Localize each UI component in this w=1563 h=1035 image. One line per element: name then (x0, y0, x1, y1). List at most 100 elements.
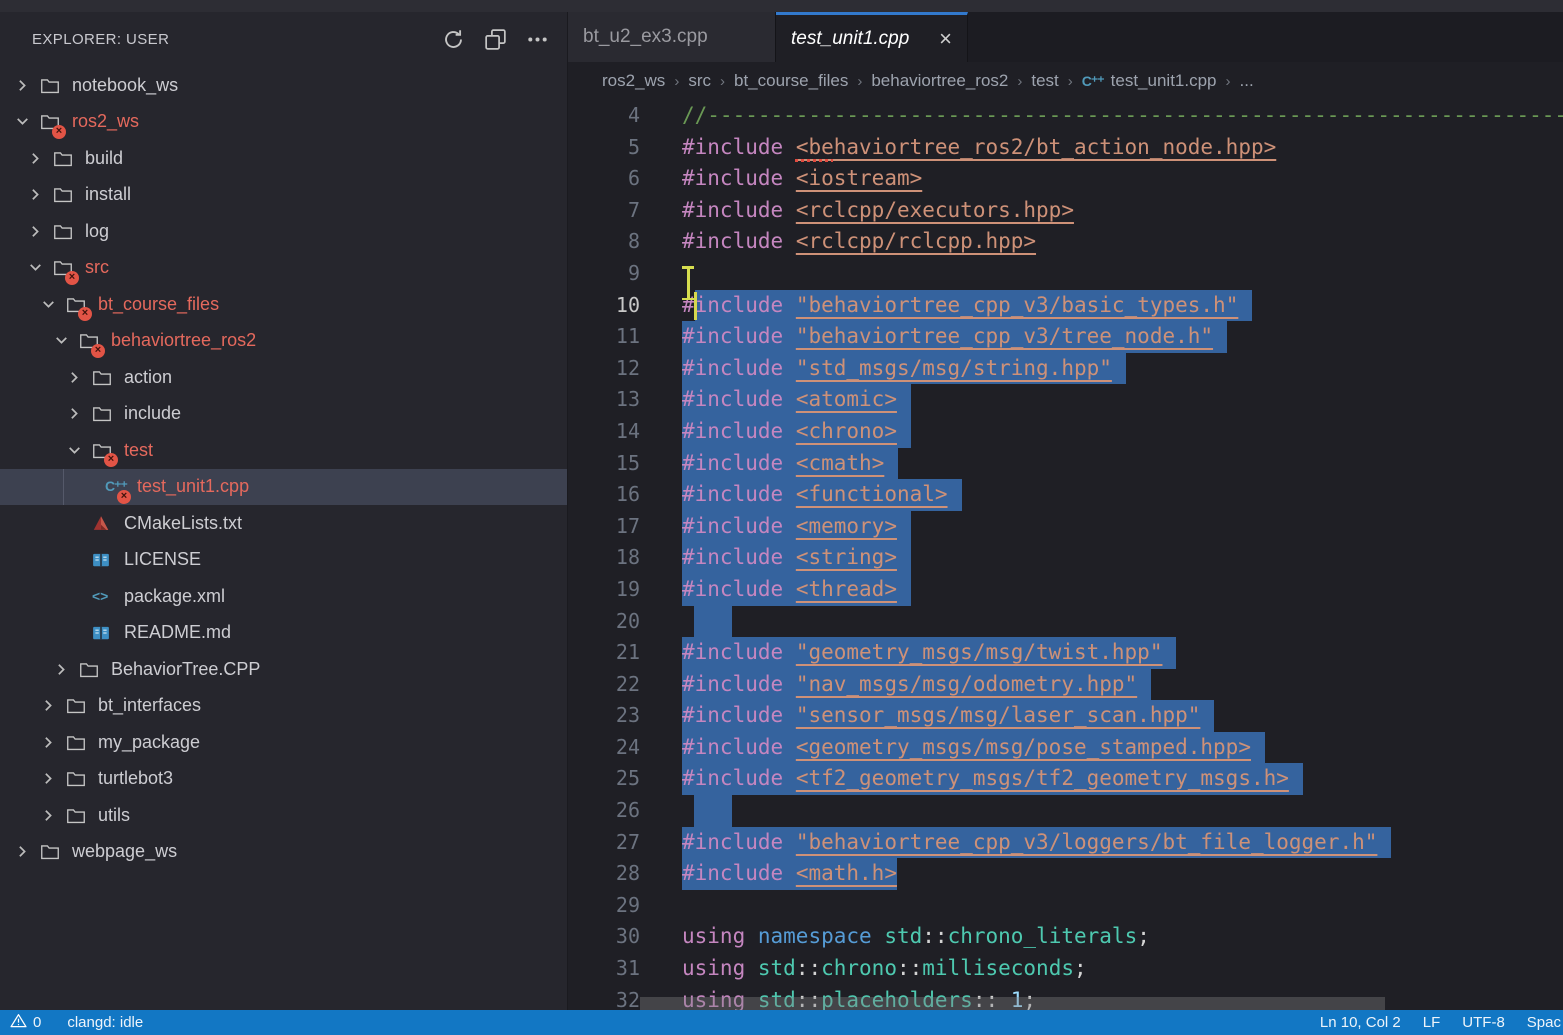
code-line-31[interactable]: 31using std::chrono::milliseconds; (568, 953, 1563, 985)
tree-item-notebook-ws[interactable]: notebook_ws (0, 67, 567, 104)
code-line-13[interactable]: 13#include <atomic> (568, 384, 1563, 416)
line-number: 31 (568, 953, 640, 985)
folder-icon (92, 367, 118, 387)
code-lines: 4//-------------------------------------… (568, 100, 1563, 1010)
code-line-6[interactable]: 6#include <iostream> (568, 163, 1563, 195)
code-line-5[interactable]: 5#include <behaviortree_ros2/bt_action_n… (568, 132, 1563, 164)
warning-icon (10, 1013, 27, 1032)
explorer-title: EXPLORER: USER (32, 31, 439, 48)
code-line-7[interactable]: 7#include <rclcpp/executors.hpp> (568, 195, 1563, 227)
tab-label: test_unit1.cpp (791, 28, 909, 50)
tree-item-behaviortree-ros2[interactable]: × behaviortree_ros2 (0, 323, 567, 360)
problems-indicator[interactable]: 0 (10, 1013, 41, 1032)
tree-item-install[interactable]: install (0, 177, 567, 214)
eol-indicator[interactable]: LF (1423, 1014, 1441, 1031)
chevron-right-icon (66, 405, 92, 423)
tree-item-label: behaviortree_ros2 (111, 330, 256, 351)
line-number: 26 (568, 795, 640, 827)
line-number: 14 (568, 416, 640, 448)
code-line-30[interactable]: 30using namespace std::chrono_literals; (568, 921, 1563, 953)
line-number: 18 (568, 542, 640, 574)
close-tab-icon[interactable]: × (939, 28, 952, 50)
tree-item-bt-interfaces[interactable]: bt_interfaces (0, 688, 567, 725)
breadcrumb-item-[interactable]: ... (1240, 71, 1254, 91)
mouse-ibeam-cursor (681, 266, 695, 300)
code-line-4[interactable]: 4//-------------------------------------… (568, 100, 1563, 132)
code-line-29[interactable]: 29 (568, 890, 1563, 922)
cursor-position[interactable]: Ln 10, Col 2 (1320, 1014, 1401, 1031)
tree-item-label: bt_course_files (98, 294, 219, 315)
more-actions-button[interactable] (523, 26, 551, 54)
code-line-16[interactable]: 16#include <functional> (568, 479, 1563, 511)
code-line-19[interactable]: 19#include <thread> (568, 574, 1563, 606)
code-editor[interactable]: 4//-------------------------------------… (568, 100, 1563, 1010)
breadcrumb-item-ros2-ws[interactable]: ros2_ws (602, 71, 665, 91)
tab-bt-u2-ex3-cpp[interactable]: bt_u2_ex3.cpp (568, 12, 776, 62)
tree-item-package-xml[interactable]: <>package.xml (0, 578, 567, 615)
code-line-28[interactable]: 28#include <math.h> (568, 858, 1563, 890)
code-line-27[interactable]: 27#include "behaviortree_cpp_v3/loggers/… (568, 827, 1563, 859)
tree-item-log[interactable]: log (0, 213, 567, 250)
indentation-indicator[interactable]: Spac (1527, 1014, 1561, 1031)
code-line-23[interactable]: 23#include "sensor_msgs/msg/laser_scan.h… (568, 700, 1563, 732)
tree-item-test[interactable]: ×test (0, 432, 567, 469)
breadcrumb-item-test-unit1-cpp[interactable]: C⁺⁺test_unit1.cpp (1082, 71, 1217, 91)
code-line-22[interactable]: 22#include "nav_msgs/msg/odometry.hpp" (568, 669, 1563, 701)
tree-item-label: test (124, 440, 153, 461)
code-line-20[interactable]: 20 (568, 606, 1563, 638)
line-content: #include <chrono> (682, 416, 911, 448)
code-line-25[interactable]: 25#include <tf2_geometry_msgs/tf2_geomet… (568, 763, 1563, 795)
breadcrumb-item-behaviortree-ros2[interactable]: behaviortree_ros2 (871, 71, 1008, 91)
breadcrumb-item-src[interactable]: src (688, 71, 711, 91)
encoding-indicator[interactable]: UTF-8 (1462, 1014, 1505, 1031)
code-line-26[interactable]: 26 (568, 795, 1563, 827)
code-line-10[interactable]: 10#include "behaviortree_cpp_v3/basic_ty… (568, 290, 1563, 322)
tree-item-action[interactable]: action (0, 359, 567, 396)
code-line-12[interactable]: 12#include "std_msgs/msg/string.hpp" (568, 353, 1563, 385)
tree-item-test-unit1-cpp[interactable]: C⁺⁺×test_unit1.cpp (0, 469, 567, 506)
tree-item-include[interactable]: include (0, 396, 567, 433)
code-line-8[interactable]: 8#include <rclcpp/rclcpp.hpp> (568, 226, 1563, 258)
tree-item-bt-course-files[interactable]: ×bt_course_files (0, 286, 567, 323)
code-line-17[interactable]: 17#include <memory> (568, 511, 1563, 543)
tree-item-cmakelists-txt[interactable]: CMakeLists.txt (0, 505, 567, 542)
chevron-down-icon (14, 113, 40, 131)
tree-item-my-package[interactable]: my_package (0, 724, 567, 761)
explorer-sidebar: EXPLORER: USER (0, 12, 568, 1010)
line-content: #include <rclcpp/executors.hpp> (682, 195, 1074, 227)
tree-item-label: install (85, 184, 131, 205)
tree-item-readme-md[interactable]: README.md (0, 615, 567, 652)
tab-bar: bt_u2_ex3.cpp test_unit1.cpp × (568, 12, 1563, 62)
clangd-status[interactable]: clangd: idle (67, 1014, 143, 1031)
tab-test-unit1-cpp[interactable]: test_unit1.cpp × (776, 12, 968, 62)
horizontal-scrollbar[interactable] (640, 997, 1385, 1010)
line-content: #include <thread> (682, 574, 911, 606)
folder-icon (53, 185, 79, 205)
tree-item-label: notebook_ws (72, 75, 178, 96)
line-number: 16 (568, 479, 640, 511)
tree-item-turtlebot3[interactable]: turtlebot3 (0, 761, 567, 798)
code-line-24[interactable]: 24#include <geometry_msgs/msg/pose_stamp… (568, 732, 1563, 764)
line-content: #include "geometry_msgs/msg/twist.hpp" (682, 637, 1176, 669)
tree-item-behaviortree-cpp[interactable]: BehaviorTree.CPP (0, 651, 567, 688)
folder-icon (79, 659, 105, 679)
tree-item-license[interactable]: LICENSE (0, 542, 567, 579)
error-badge: × (52, 125, 66, 139)
breadcrumb-item-test[interactable]: test (1031, 71, 1058, 91)
code-line-18[interactable]: 18#include <string> (568, 542, 1563, 574)
collapse-folders-button[interactable] (481, 26, 509, 54)
code-line-9[interactable]: 9 (568, 258, 1563, 290)
tree-item-build[interactable]: build (0, 140, 567, 177)
tree-item-ros2-ws[interactable]: ×ros2_ws (0, 104, 567, 141)
code-line-11[interactable]: 11#include "behaviortree_cpp_v3/tree_nod… (568, 321, 1563, 353)
code-line-14[interactable]: 14 #include <chrono> (568, 416, 1563, 448)
refresh-explorer-button[interactable] (439, 26, 467, 54)
tree-item-webpage-ws[interactable]: webpage_ws (0, 834, 567, 871)
folder-icon: × (79, 331, 105, 351)
tree-item-label: log (85, 221, 109, 242)
tree-item-utils[interactable]: utils (0, 797, 567, 834)
tree-item-src[interactable]: ×src (0, 250, 567, 287)
code-line-21[interactable]: 21#include "geometry_msgs/msg/twist.hpp" (568, 637, 1563, 669)
breadcrumb-item-bt-course-files[interactable]: bt_course_files (734, 71, 848, 91)
code-line-15[interactable]: 15#include <cmath> (568, 448, 1563, 480)
